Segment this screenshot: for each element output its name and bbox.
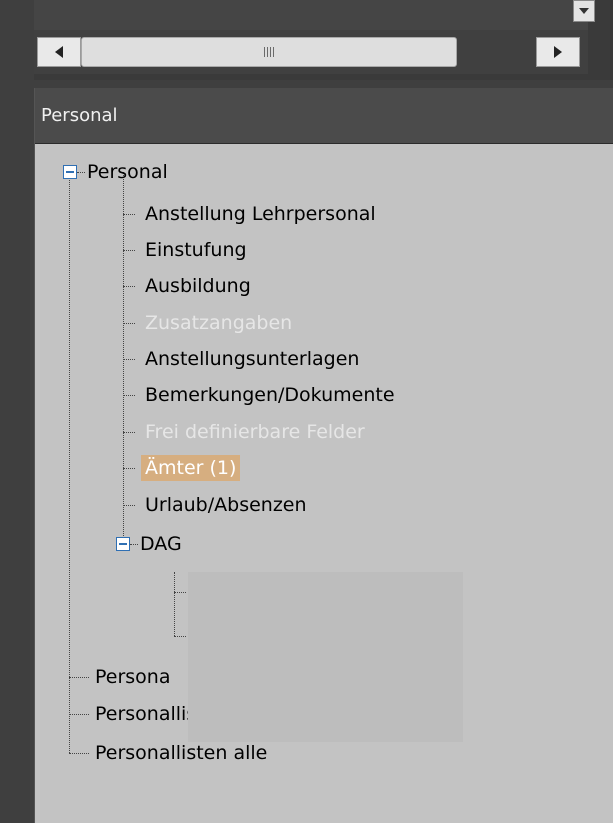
chevron-down-icon (579, 8, 589, 14)
horizontal-scrollbar[interactable] (34, 30, 588, 74)
tree-connector (174, 592, 186, 593)
tree-item[interactable]: Ausbildung (145, 273, 251, 299)
arrow-left-icon (55, 46, 63, 58)
tree-item[interactable]: Anstellung Lehrpersonal (145, 201, 376, 227)
tree-item-selected[interactable]: Ämter (1) (141, 455, 241, 481)
tree-item[interactable]: Personallisten alle (95, 740, 267, 766)
tree-item-disabled: Zusatzangaben (145, 312, 293, 334)
tree-connector (123, 432, 135, 433)
navigation-tree: Personal Anstellung Lehrpersonal Einstuf… (35, 144, 613, 823)
arrow-right-icon (554, 46, 562, 58)
tree-root-personal[interactable]: Personal (87, 159, 168, 185)
tree-connector (69, 172, 70, 753)
scroll-down-button[interactable] (573, 0, 595, 22)
scroll-left-button[interactable] (37, 37, 81, 67)
scroll-right-button[interactable] (536, 37, 580, 67)
tree-connector (77, 172, 85, 173)
tree-item-disabled: Frei definierbare Felder (145, 421, 365, 443)
popup-overlay (188, 572, 463, 742)
tree-item[interactable]: Persona (95, 664, 171, 690)
tree-connector (174, 636, 186, 637)
tree-connector (123, 359, 135, 360)
tree-item-dag[interactable]: DAG (140, 531, 182, 557)
tree-connector (123, 323, 135, 324)
collapse-icon[interactable] (63, 165, 77, 179)
tree-connector (69, 714, 89, 715)
tree-connector (123, 505, 135, 506)
tree-connector (69, 753, 89, 754)
tree-item[interactable]: Einstufung (145, 237, 247, 263)
tree-connector (123, 172, 124, 544)
tree-item[interactable]: Anstellungsunterlagen (145, 346, 359, 372)
tree-connector (123, 395, 135, 396)
panel-title: Personal (35, 88, 613, 144)
personal-panel: Personal Personal Anstellung Lehrpersona… (34, 88, 613, 823)
scroll-thumb[interactable] (81, 37, 457, 67)
tree-connector (130, 544, 138, 545)
collapse-icon[interactable] (116, 537, 130, 551)
tree-connector (123, 468, 135, 469)
tree-connector (174, 572, 175, 636)
top-list-area (34, 0, 588, 30)
grip-icon (264, 47, 274, 57)
tree-connector (69, 677, 89, 678)
tree-connector (123, 214, 135, 215)
tree-item[interactable]: Urlaub/Absenzen (145, 492, 307, 518)
tree-item[interactable]: Bemerkungen/Dokumente (145, 382, 395, 408)
tree-connector (123, 286, 135, 287)
tree-connector (123, 250, 135, 251)
